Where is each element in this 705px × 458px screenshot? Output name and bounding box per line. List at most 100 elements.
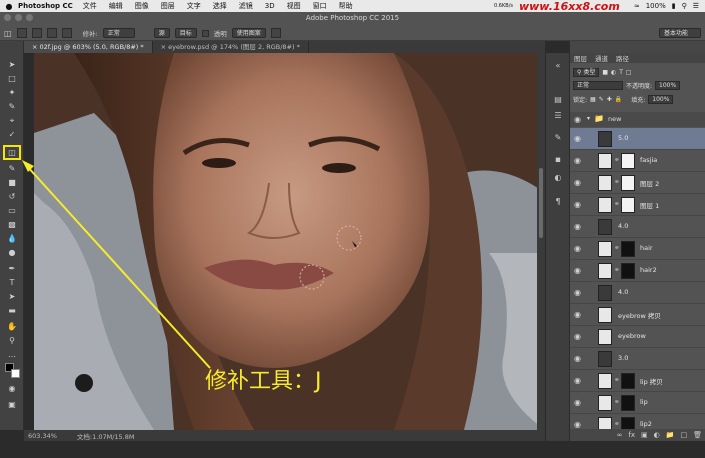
layer-row[interactable]: ◉ ⚭ hair2	[570, 260, 705, 282]
zoom-level[interactable]: 603.34%	[28, 432, 57, 440]
tab-channels[interactable]: 通道	[595, 53, 608, 63]
link-layers-icon[interactable]: ∞	[617, 431, 623, 439]
filter-adjust-icon[interactable]: ◐	[611, 69, 616, 76]
history-icon[interactable]: ▤	[552, 95, 564, 105]
lock-position-icon[interactable]: ✚	[607, 96, 612, 103]
layer-name: lip	[640, 398, 648, 406]
layer-row[interactable]: ◉ ⚭ 图层 1	[570, 194, 705, 216]
blend-mode-select[interactable]: 正常	[573, 80, 623, 90]
eye-icon[interactable]: ◉	[574, 288, 584, 298]
layer-row[interactable]: ◉ eyebrow	[570, 326, 705, 348]
layer-thumbnail[interactable]	[598, 219, 612, 235]
kind-filter-select[interactable]: ⚲ 类型	[573, 67, 600, 77]
layer-thumbnail[interactable]	[598, 241, 612, 257]
eye-icon[interactable]: ◉	[574, 398, 584, 408]
adjustment-layer-icon[interactable]: ◐	[654, 431, 660, 439]
eye-icon[interactable]: ◉	[574, 244, 584, 254]
kind-label: 类型	[583, 68, 596, 76]
chain-link-icon[interactable]: ⚭	[614, 398, 620, 406]
opacity-input[interactable]: 100%	[655, 80, 681, 90]
eye-icon[interactable]: ◉	[574, 134, 584, 144]
layer-row[interactable]: ◉ 4.0	[570, 216, 705, 238]
layer-thumbnail[interactable]	[598, 175, 612, 191]
layer-style-icon[interactable]: fx	[628, 431, 635, 439]
chain-link-icon[interactable]: ⚭	[614, 178, 620, 186]
group-expand-icon[interactable]: ▾	[587, 115, 590, 122]
paragraph-icon[interactable]: ¶	[552, 197, 564, 207]
filter-pixel-icon[interactable]: ■	[602, 69, 608, 76]
layer-mask-thumbnail[interactable]	[621, 197, 635, 213]
eye-icon[interactable]: ◉	[574, 222, 584, 232]
eye-icon[interactable]: ◉	[574, 376, 584, 386]
layer-row[interactable]: ◉ ⚭ lip	[570, 392, 705, 414]
eye-icon[interactable]: ◉	[574, 266, 584, 276]
layer-row[interactable]: ◉ ⚭ 图层 2	[570, 172, 705, 194]
panel-header	[570, 41, 705, 53]
layer-group-new[interactable]: ◉ ▾ 📁 new	[570, 112, 705, 127]
layer-row[interactable]: ◉ ⚭ fasjia	[570, 150, 705, 172]
layer-row[interactable]: ◉ 4.0	[570, 282, 705, 304]
new-group-icon[interactable]: 📁	[666, 431, 675, 439]
layer-row[interactable]: ◉ 3.0	[570, 348, 705, 370]
layer-row[interactable]: ◉ ⚭ hair	[570, 238, 705, 260]
tab-paths[interactable]: 路径	[616, 53, 629, 63]
layer-mask-thumbnail[interactable]	[621, 241, 635, 257]
properties-icon[interactable]: ☰	[552, 111, 564, 121]
layer-thumbnail[interactable]	[598, 307, 612, 323]
adjustments-icon[interactable]: ◐	[552, 173, 564, 183]
eye-icon[interactable]: ◉	[574, 156, 584, 166]
lock-paint-icon[interactable]: ✎	[599, 96, 604, 103]
eye-icon[interactable]: ◉	[574, 178, 584, 188]
layer-thumbnail[interactable]	[598, 131, 612, 147]
layer-thumbnail[interactable]	[598, 153, 612, 169]
new-layer-icon[interactable]: □	[680, 431, 687, 439]
layer-thumbnail[interactable]	[598, 373, 612, 389]
layer-thumbnail[interactable]	[598, 285, 612, 301]
filter-shape-icon[interactable]: □	[626, 69, 632, 76]
layer-row[interactable]: ◉ ⚭ lip 拷贝	[570, 370, 705, 392]
layer-thumbnail[interactable]	[598, 329, 612, 345]
doc-size: 文档:1.07M/15.8M	[76, 432, 135, 441]
layer-name: fasjia	[640, 156, 658, 164]
lock-all-icon[interactable]: 🔒	[615, 96, 622, 103]
layer-name: hair	[640, 244, 653, 252]
fill-input[interactable]: 100%	[648, 94, 674, 104]
layer-mask-thumbnail[interactable]	[621, 395, 635, 411]
lock-pixels-icon[interactable]: ▦	[590, 96, 596, 103]
dock-collapse-icon[interactable]: «	[552, 61, 564, 71]
chain-link-icon[interactable]: ⚭	[614, 420, 620, 428]
tool-presets-icon[interactable]: ✎	[552, 133, 564, 143]
eye-icon[interactable]: ◉	[574, 354, 584, 364]
chain-link-icon[interactable]: ⚭	[614, 266, 620, 274]
layer-mask-thumbnail[interactable]	[621, 263, 635, 279]
layer-row[interactable]: ◉ eyebrow 拷贝	[570, 304, 705, 326]
chain-link-icon[interactable]: ⚭	[614, 376, 620, 384]
layer-mask-thumbnail[interactable]	[621, 153, 635, 169]
opacity-label: 不透明度:	[626, 82, 653, 90]
layer-thumbnail[interactable]	[598, 351, 612, 367]
tab-layers[interactable]: 图层	[574, 53, 587, 63]
filter-row: ⚲ 类型 ■ ◐ T □	[573, 67, 702, 77]
layers-panel: 图层 通道 路径 ⚲ 类型 ■ ◐ T □ 正常 不透明度: 100% 锁定: …	[569, 41, 705, 441]
eye-icon[interactable]: ◉	[574, 200, 584, 210]
layer-mask-thumbnail[interactable]	[621, 175, 635, 191]
brush-panel-icon[interactable]: ◾	[552, 155, 564, 165]
blend-row: 正常 不透明度: 100%	[573, 80, 702, 90]
eye-icon[interactable]: ◉	[574, 310, 584, 320]
layer-row[interactable]: ◉ 5.0	[570, 128, 705, 150]
chain-link-icon[interactable]: ⚭	[614, 156, 620, 164]
layer-thumbnail[interactable]	[598, 197, 612, 213]
delete-layer-icon[interactable]: 🗑	[693, 431, 702, 439]
eye-icon[interactable]: ◉	[574, 115, 584, 125]
layer-mask-thumbnail[interactable]	[621, 373, 635, 389]
add-mask-icon[interactable]: ▣	[641, 431, 648, 439]
layer-name: 4.0	[618, 222, 629, 230]
layer-thumbnail[interactable]	[598, 395, 612, 411]
chain-link-icon[interactable]: ⚭	[614, 244, 620, 252]
chain-link-icon[interactable]: ⚭	[614, 200, 620, 208]
layer-thumbnail[interactable]	[598, 263, 612, 279]
eye-icon[interactable]: ◉	[574, 332, 584, 342]
filter-type-icon[interactable]: T	[619, 69, 623, 76]
panel-dock: « ▤ ☰ ✎ ◾ ◐ ¶	[545, 53, 569, 441]
layer-name: eyebrow	[618, 332, 646, 340]
